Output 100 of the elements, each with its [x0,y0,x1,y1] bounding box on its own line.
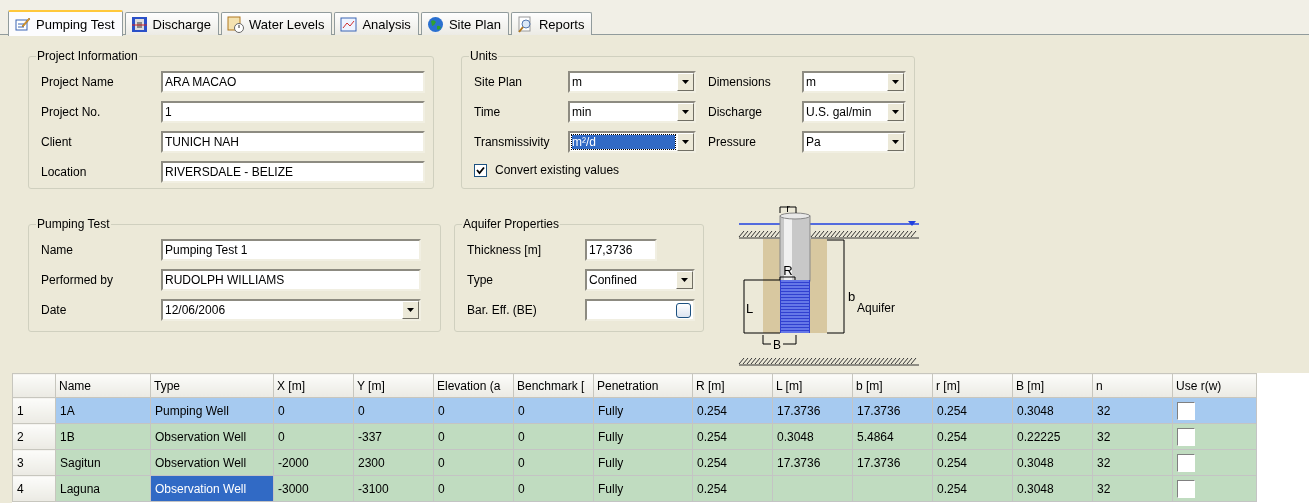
text-field[interactable]: Pumping Test 1 [161,239,421,261]
column-header[interactable]: B [m] [1012,373,1093,398]
checkbox[interactable] [1177,427,1195,446]
table-cell: 0 [513,449,594,476]
dimension-label: r [786,202,790,214]
field-label: Thickness [m] [467,243,542,257]
dropdown-button[interactable] [887,103,904,121]
dropdown-button[interactable] [887,73,904,91]
table-cell: 17.3736 [772,397,853,424]
column-header[interactable]: R [m] [692,373,773,398]
table-cell: -3100 [353,475,434,502]
table-cell: 0 [513,423,594,450]
column-header[interactable]: Penetration [593,373,693,398]
table-cell: 0 [513,397,594,424]
dropdown-button[interactable] [887,133,904,151]
column-header[interactable]: Elevation (a [433,373,514,398]
table-cell: 32 [1092,449,1173,476]
caret-icon [682,80,689,84]
row-header[interactable]: 2 [12,423,56,450]
tab[interactable]: Analysis [334,12,419,35]
column-header[interactable]: r [m] [932,373,1013,398]
combo-box[interactable]: m [568,71,696,93]
table-cell: 0.254 [932,423,1013,450]
text-field[interactable]: 17,3736 [585,239,657,261]
text-field[interactable]: 1 [161,101,425,123]
text-field[interactable]: TUNICH NAH [161,131,425,153]
checkbox[interactable] [1177,479,1195,498]
column-header[interactable]: L [m] [772,373,853,398]
field-label: Project Name [41,75,115,89]
table-cell: 17.3736 [852,449,933,476]
field-label: Site Plan [474,75,524,89]
combo-box[interactable]: U.S. gal/min [802,101,906,123]
dimension-label: L [746,301,754,316]
checkbox-label: Convert existing values [495,163,620,177]
text-field[interactable]: RIVERSDALE - BELIZE [161,161,425,183]
field-label: Pressure [708,135,758,149]
table-cell: 0.254 [692,449,773,476]
row-header[interactable]: 3 [12,449,56,476]
checkbox[interactable] [1177,401,1195,420]
group-title: Pumping Test [36,217,111,231]
picker-button[interactable] [676,302,691,318]
table-cell: -2000 [273,449,354,476]
tab[interactable]: Discharge [124,12,220,35]
combo-box[interactable]: Pa [802,131,906,153]
text-field[interactable]: RUDOLPH WILLIAMS [161,269,421,291]
text-field[interactable]: ARA MACAO [161,71,425,93]
table-cell: 0 [513,475,594,502]
table-cell: 0 [433,423,514,450]
combo-box[interactable]: m²/d [568,131,696,153]
dropdown-button[interactable] [677,103,694,121]
table-cell: 0.254 [692,475,773,502]
checkbox[interactable] [474,163,487,177]
field-label: Discharge [708,105,764,119]
table-cell: 0.3048 [1012,449,1093,476]
column-header[interactable]: Use r(w) [1172,373,1257,398]
table-cell: 1A [55,397,151,424]
table-cell: 17.3736 [772,449,853,476]
picker-field[interactable] [585,299,695,321]
table-cell: 5.4864 [852,423,933,450]
combo-box[interactable]: 12/06/2006 [161,299,421,321]
table-cell: -337 [353,423,434,450]
chart-icon [340,15,358,33]
column-header[interactable]: Benchmark [ [513,373,594,398]
column-header[interactable]: X [m] [273,373,354,398]
column-header[interactable]: Type [150,373,274,398]
field-label: Name [41,243,74,257]
checkbox[interactable] [1177,453,1195,472]
group-title: Units [469,49,499,63]
tab[interactable]: Site Plan [420,12,509,35]
column-header[interactable]: n [1092,373,1173,398]
table-cell: 0.3048 [1012,397,1093,424]
combo-box[interactable]: m [802,71,906,93]
table-cell: 0.254 [932,449,1013,476]
column-header[interactable]: Y [m] [353,373,434,398]
table-cell: -3000 [273,475,354,502]
tab[interactable]: Reports [510,12,593,35]
caret-icon [682,110,689,114]
combo-box[interactable]: min [568,101,696,123]
ground-hatch [738,230,781,239]
column-header[interactable]: Name [55,373,151,398]
combo-box[interactable]: Confined [585,269,695,291]
table-cell: 32 [1092,475,1173,502]
table-cell: Sagitun [55,449,151,476]
dropdown-button[interactable] [402,301,419,319]
table-cell: 0 [353,397,434,424]
row-header[interactable]: 1 [12,397,56,424]
clock-icon [227,15,245,33]
tab[interactable]: Water Levels [221,12,333,35]
column-header[interactable]: b [m] [852,373,933,398]
field-label: Transmissivity [474,135,551,149]
tab[interactable]: Pumping Test [8,10,123,36]
caret-icon [407,308,414,312]
dropdown-button[interactable] [677,133,694,151]
dropdown-button[interactable] [677,73,694,91]
dropdown-button[interactable] [676,271,693,289]
field-label: Dimensions [708,75,772,89]
table-cell: 0 [433,475,514,502]
row-header[interactable]: 4 [12,475,56,502]
dimension-label: R [783,263,793,278]
caret-icon [892,140,899,144]
